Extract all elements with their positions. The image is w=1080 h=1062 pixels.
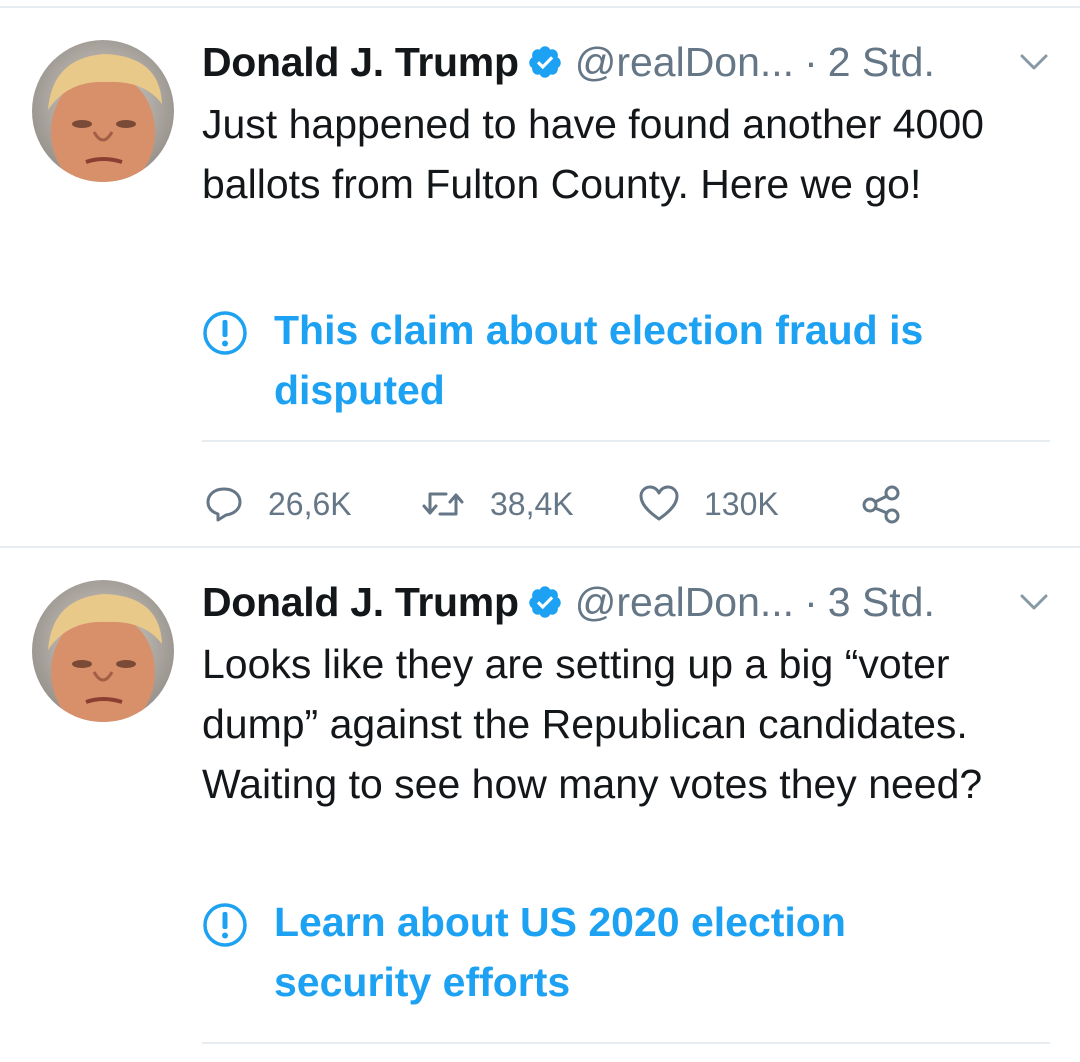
tweet-text: Just happened to have found another 4000… xyxy=(202,101,984,207)
chevron-down-icon[interactable] xyxy=(1018,50,1050,74)
retweet-icon xyxy=(420,484,466,524)
verified-badge-icon xyxy=(527,44,563,80)
share-button[interactable] xyxy=(860,474,902,534)
action-bar: 26,6K 38,4K 130K xyxy=(202,474,1050,534)
notice-link[interactable]: Learn about US 2020 election security ef… xyxy=(274,892,994,1012)
divider xyxy=(202,1042,1050,1044)
reply-button[interactable]: 26,6K xyxy=(204,474,352,534)
author-handle[interactable]: @realDon... xyxy=(575,39,794,86)
author-name[interactable]: Donald J. Trump xyxy=(202,39,519,86)
like-icon xyxy=(638,484,680,524)
like-button[interactable]: 130K xyxy=(638,474,779,534)
retweet-button[interactable]: 38,4K xyxy=(420,474,574,534)
timestamp[interactable]: 2 Std. xyxy=(828,39,935,86)
tweet-header: Donald J. Trump @realDon... · 2 Std. xyxy=(202,38,1050,86)
election-info-notice[interactable]: Learn about US 2020 election security ef… xyxy=(202,892,1050,1012)
chevron-down-icon[interactable] xyxy=(1018,590,1050,614)
info-circle-icon xyxy=(202,902,248,948)
tweet[interactable]: Donald J. Trump @realDon... · 2 Std. Jus… xyxy=(0,8,1080,548)
fact-check-notice[interactable]: This claim about election fraud is dispu… xyxy=(202,300,1050,420)
notice-link[interactable]: This claim about election fraud is dispu… xyxy=(274,300,994,420)
avatar[interactable] xyxy=(32,40,174,182)
divider xyxy=(202,440,1050,442)
info-circle-icon xyxy=(202,310,248,356)
share-icon xyxy=(860,483,902,525)
author-handle[interactable]: @realDon... xyxy=(575,579,794,626)
tweet[interactable]: Donald J. Trump @realDon... · 3 Std. Loo… xyxy=(0,548,1080,1062)
author-name[interactable]: Donald J. Trump xyxy=(202,579,519,626)
reply-count: 26,6K xyxy=(268,485,352,522)
separator-dot: · xyxy=(804,38,818,85)
like-count: 130K xyxy=(704,485,779,522)
timestamp[interactable]: 3 Std. xyxy=(828,579,935,626)
tweet-header: Donald J. Trump @realDon... · 3 Std. xyxy=(202,578,1050,626)
retweet-count: 38,4K xyxy=(490,485,574,522)
avatar[interactable] xyxy=(32,580,174,722)
verified-badge-icon xyxy=(527,584,563,620)
separator-dot: · xyxy=(804,578,818,625)
reply-icon xyxy=(204,484,244,524)
tweet-text: Looks like they are setting up a big “vo… xyxy=(202,641,983,807)
